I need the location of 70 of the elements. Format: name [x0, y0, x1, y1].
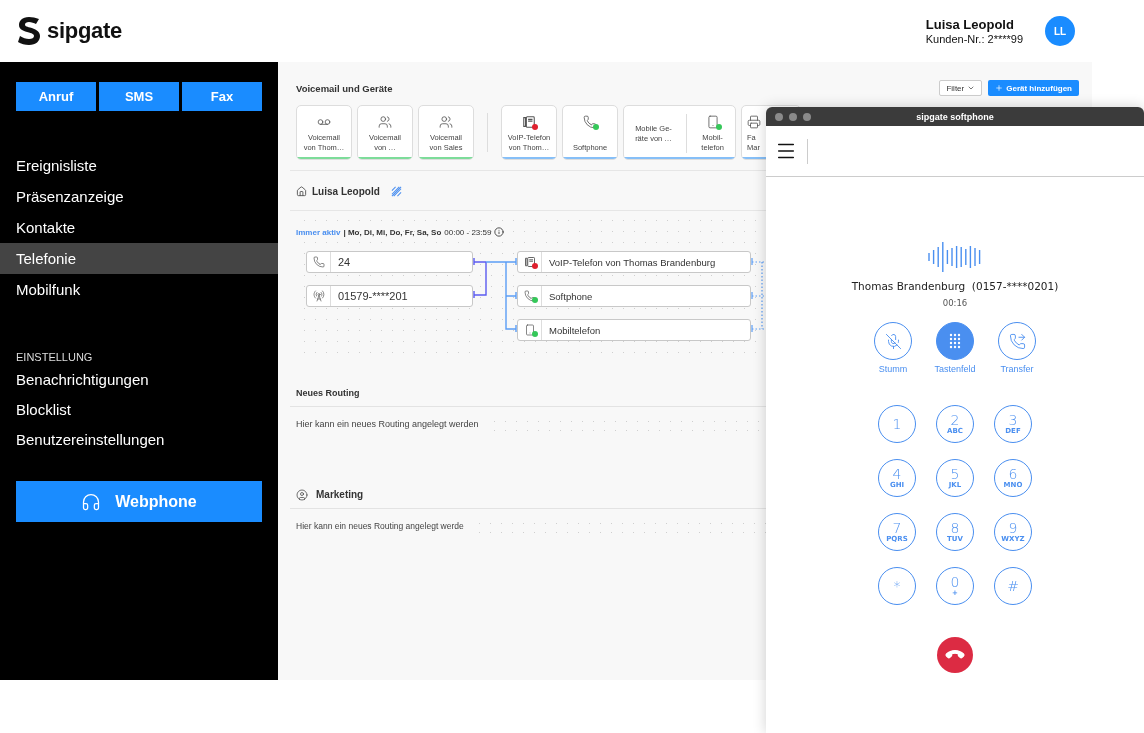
- nav-item[interactable]: Ereignisliste: [0, 150, 278, 181]
- nav-item[interactable]: Präsenzanzeige: [0, 181, 278, 212]
- routing-title: Neues Routing: [296, 387, 360, 398]
- number-label: 24: [337, 256, 351, 268]
- nav-item[interactable]: Benachrichtigungen: [0, 365, 278, 395]
- user-name: Luisa Leopold: [925, 17, 1015, 32]
- empty-hint: Hier kann ein neues Routing angelegt werden: [296, 419, 479, 429]
- striped-icon: [390, 186, 402, 197]
- target-device[interactable]: Softphone: [517, 285, 751, 307]
- users-icon: [439, 115, 453, 129]
- logo-icon: [18, 17, 40, 45]
- routing-title: Luisa Leopold: [312, 186, 380, 197]
- customer-number: Kunden-Nr.: 2****99: [925, 33, 1023, 45]
- logo-text: sipgate: [47, 18, 122, 44]
- add-device-button[interactable]: Gerät hinzufügen: [988, 80, 1079, 96]
- phone-icon: [583, 115, 597, 129]
- hang-up-button[interactable]: [937, 637, 973, 673]
- empty-hint: Hier kann ein neues Routing angelegt werde: [296, 521, 464, 531]
- printer-icon: [747, 115, 761, 129]
- nav-item[interactable]: Mobilfunk: [0, 274, 278, 305]
- smartphone-icon: [705, 114, 720, 129]
- routing-title: Marketing: [316, 489, 364, 500]
- source-number[interactable]: 01579-****201: [306, 285, 473, 307]
- nav-item[interactable]: Blocklist: [0, 395, 278, 425]
- dial-key[interactable]: 1: [878, 405, 916, 443]
- action-button[interactable]: Fax: [182, 82, 262, 111]
- action-button[interactable]: Anruf: [16, 82, 96, 111]
- section-heading: EINSTELLUNG: [15, 350, 94, 365]
- smartphone-icon: [523, 324, 536, 336]
- info-icon: [494, 227, 505, 237]
- phone-icon: [312, 256, 325, 268]
- webphone-button[interactable]: Webphone: [16, 481, 262, 522]
- call-action-button[interactable]: Tastenfeld: [929, 322, 981, 374]
- headset-icon: [81, 491, 102, 512]
- user-icon: [296, 488, 308, 501]
- call-duration: 00:16: [942, 298, 968, 308]
- source-number[interactable]: 24: [306, 251, 473, 273]
- device-label: VoIP-Telefon von Thomas Brandenburg: [548, 256, 716, 268]
- mic-off-icon: [884, 332, 902, 350]
- schedule-days: | Mo, Di, Mi, Do, Fr, Sa, So: [343, 227, 442, 237]
- window-title: sipgate softphone: [916, 111, 994, 122]
- desk-phone-icon: [522, 115, 536, 129]
- target-device[interactable]: VoIP-Telefon von Thomas Brandenburg: [517, 251, 751, 273]
- dial-key[interactable]: *: [878, 567, 916, 605]
- nav-item[interactable]: Telefonie: [0, 243, 278, 274]
- call-action-button[interactable]: Stumm: [867, 322, 919, 374]
- call-action-button[interactable]: Transfer: [991, 322, 1043, 374]
- keypad-icon: [949, 333, 961, 349]
- caret-icon: [967, 84, 976, 92]
- user-avatar[interactable]: LL: [1045, 16, 1075, 46]
- phone-forward-icon: [1008, 332, 1026, 350]
- schedule-hours: 00:00 - 23:59: [444, 227, 492, 237]
- number-label: 01579-****201: [337, 290, 408, 302]
- device-label: Softphone: [548, 290, 593, 302]
- waveform-icon: [928, 242, 982, 272]
- action-button[interactable]: SMS: [99, 82, 179, 111]
- device-label: Mobiltelefon: [548, 324, 601, 336]
- nav-item[interactable]: Kontakte: [0, 212, 278, 243]
- status-label: Immer aktiv: [296, 227, 341, 237]
- dial-key[interactable]: #: [994, 567, 1032, 605]
- desk-phone-icon: [523, 256, 536, 268]
- antenna-icon: [312, 290, 325, 302]
- filter-button[interactable]: Filter: [939, 80, 983, 96]
- section-title: Voicemail und Geräte: [296, 82, 393, 94]
- target-device[interactable]: Mobiltelefon: [517, 319, 751, 341]
- users-icon: [378, 115, 392, 129]
- nav-item[interactable]: Benutzereinstellungen: [0, 425, 278, 455]
- plus-icon: [995, 84, 1004, 92]
- caller-name: Thomas Brandenburg (0157-****0201): [851, 280, 1059, 292]
- home-icon: [296, 186, 307, 197]
